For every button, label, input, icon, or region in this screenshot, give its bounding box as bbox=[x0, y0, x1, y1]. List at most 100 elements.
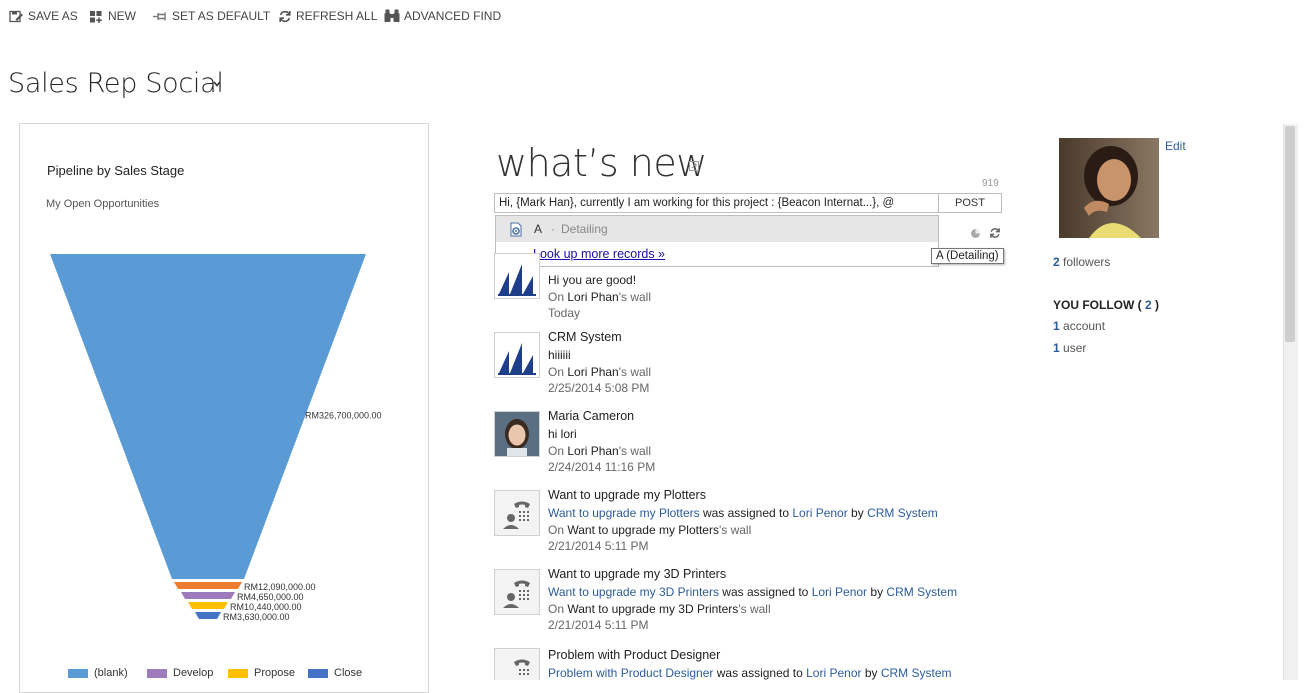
followers-count[interactable]: 2 followers bbox=[1053, 255, 1110, 269]
feed-post: Hi you are good! On Lori Phan's wall Tod… bbox=[494, 253, 1034, 320]
chart-panel: Pipeline by Sales Stage My Open Opportun… bbox=[19, 123, 429, 693]
binoculars-icon bbox=[384, 9, 400, 22]
post-author[interactable]: Maria Cameron bbox=[548, 409, 634, 423]
set-as-default-label: SET AS DEFAULT bbox=[172, 9, 271, 23]
post-text: Hi you are good! bbox=[548, 273, 637, 287]
funnel-value-label: RM3,630,000.00 bbox=[223, 612, 290, 622]
follow-accounts-link[interactable]: 1 account bbox=[1053, 319, 1105, 333]
funnel-value-label: RM4,650,000.00 bbox=[237, 592, 304, 602]
legend-label: Develop bbox=[173, 667, 214, 679]
legend-swatch bbox=[68, 669, 88, 678]
post-wall: On Want to upgrade my 3D Printers's wall bbox=[548, 602, 771, 616]
mention-item-name: A bbox=[534, 222, 543, 236]
user-link[interactable]: CRM System bbox=[886, 585, 957, 599]
funnel-segment[interactable] bbox=[195, 612, 221, 619]
post-text: hiiiiii bbox=[548, 348, 571, 362]
refresh-feed-icon[interactable] bbox=[989, 227, 1001, 239]
feed-post: Problem with Product Designer Problem wi… bbox=[494, 648, 1034, 680]
funnel-segment[interactable] bbox=[188, 602, 228, 609]
refresh-all-label: REFRESH ALL bbox=[296, 9, 378, 23]
post-time: 2/24/2014 11:16 PM bbox=[548, 460, 656, 474]
post-time: 2/21/2014 5:11 PM bbox=[548, 539, 649, 553]
feed-post: Want to upgrade my Plotters Want to upgr… bbox=[494, 488, 1034, 560]
crm-system-avatar[interactable] bbox=[494, 332, 540, 378]
maria-cameron-avatar[interactable] bbox=[494, 411, 540, 457]
user-link[interactable]: CRM System bbox=[881, 666, 952, 680]
post-time: 2/21/2014 5:11 PM bbox=[548, 618, 649, 632]
new-label: NEW bbox=[108, 9, 136, 23]
post-text: Want to upgrade my Plotters was assigned… bbox=[548, 506, 938, 520]
activity-link[interactable]: Want to upgrade my Plotters bbox=[548, 506, 700, 520]
funnel-chart: RM326,700,000.00 RM12,090,000.00RM4,650,0… bbox=[50, 254, 382, 622]
post-author[interactable]: Want to upgrade my Plotters bbox=[548, 488, 706, 502]
legend-swatch bbox=[308, 669, 328, 678]
post-button[interactable]: POST bbox=[938, 193, 1002, 213]
save-as-icon bbox=[9, 10, 23, 22]
save-as-button[interactable]: SAVE AS bbox=[9, 9, 78, 23]
post-author[interactable]: CRM System bbox=[548, 330, 622, 344]
advanced-find-label: ADVANCED FIND bbox=[404, 9, 502, 23]
command-bar: SAVE AS NEW SET AS DEFAULT REFRESH ALL A… bbox=[0, 0, 1306, 34]
user-link[interactable]: Lori Penor bbox=[812, 585, 867, 599]
mention-item-detail: Detailing bbox=[561, 222, 608, 236]
user-link[interactable]: CRM System bbox=[867, 506, 938, 520]
phone-call-icon bbox=[514, 659, 530, 675]
post-input[interactable] bbox=[494, 193, 939, 213]
phone-call-avatar[interactable] bbox=[494, 490, 540, 536]
filter-icon[interactable] bbox=[970, 228, 981, 239]
record-gear-icon bbox=[510, 222, 522, 237]
phone-call-avatar[interactable] bbox=[494, 569, 540, 615]
user-link[interactable]: Lori Penor bbox=[806, 666, 861, 680]
activity-link[interactable]: Want to upgrade my 3D Printers bbox=[548, 585, 719, 599]
legend-label: (blank) bbox=[94, 667, 128, 679]
refresh-all-button[interactable]: REFRESH ALL bbox=[278, 9, 377, 23]
profile-photo[interactable] bbox=[1059, 138, 1159, 238]
activity-link[interactable]: Problem with Product Designer bbox=[548, 666, 713, 680]
legend-label: Propose bbox=[254, 667, 295, 679]
feed-post: Maria Cameron hi lori On Lori Phan's wal… bbox=[494, 409, 1034, 481]
funnel-segment[interactable] bbox=[181, 592, 235, 599]
save-as-label: SAVE AS bbox=[28, 9, 78, 23]
phone-call-avatar[interactable] bbox=[494, 648, 540, 680]
chevron-down-icon[interactable] bbox=[212, 80, 222, 88]
funnel-value-label: RM326,700,000.00 bbox=[305, 411, 382, 421]
set-as-default-button[interactable]: SET AS DEFAULT bbox=[152, 9, 270, 23]
post-wall: On Want to upgrade my Plotters's wall bbox=[548, 523, 752, 537]
user-link[interactable]: Lori Penor bbox=[792, 506, 847, 520]
advanced-find-button[interactable]: ADVANCED FIND bbox=[384, 9, 501, 23]
you-follow-heading: YOU FOLLOW ( 2 ) bbox=[1053, 298, 1160, 312]
legend-label: Close bbox=[334, 667, 363, 679]
new-icon bbox=[90, 10, 102, 23]
refresh-icon bbox=[279, 10, 291, 22]
crm-system-avatar[interactable] bbox=[494, 253, 540, 299]
post-text: hi lori bbox=[548, 427, 577, 441]
post-text: Problem with Product Designer was assign… bbox=[548, 666, 952, 680]
profile-photo-image bbox=[1059, 138, 1159, 238]
scrollbar-thumb[interactable] bbox=[1285, 126, 1295, 342]
funnel-value-label: RM12,090,000.00 bbox=[244, 582, 316, 592]
popout-icon[interactable] bbox=[689, 161, 699, 171]
feed-post: Want to upgrade my 3D Printers Want to u… bbox=[494, 567, 1034, 639]
page-title: Sales Rep Social bbox=[8, 68, 224, 99]
phone-call-icon bbox=[503, 580, 530, 608]
post-wall: On Lori Phan's wall bbox=[548, 290, 652, 304]
edit-profile-link[interactable]: Edit bbox=[1165, 139, 1186, 153]
post-author[interactable]: Want to upgrade my 3D Printers bbox=[548, 567, 726, 581]
new-button[interactable]: NEW bbox=[89, 9, 136, 23]
post-time: 2/25/2014 5:08 PM bbox=[548, 381, 650, 395]
dynamics-logo-icon bbox=[498, 343, 536, 375]
mention-suggestion-item[interactable]: A · Detailing bbox=[496, 216, 938, 242]
dynamics-logo-icon bbox=[498, 264, 536, 296]
post-author[interactable]: Problem with Product Designer bbox=[548, 648, 720, 662]
post-time: Today bbox=[548, 306, 581, 320]
pin-icon bbox=[153, 12, 166, 20]
follow-users-link[interactable]: 1 user bbox=[1053, 341, 1086, 355]
feed-post: CRM System hiiiiii On Lori Phan's wall 2… bbox=[494, 330, 1034, 402]
phone-call-icon bbox=[503, 501, 530, 529]
character-count: 919 bbox=[982, 178, 999, 189]
funnel-segment[interactable] bbox=[174, 582, 242, 589]
legend-swatch bbox=[147, 669, 167, 678]
post-wall: On Lori Phan's wall bbox=[548, 365, 652, 379]
legend-swatch bbox=[228, 669, 248, 678]
mention-item-separator: · bbox=[551, 222, 555, 236]
